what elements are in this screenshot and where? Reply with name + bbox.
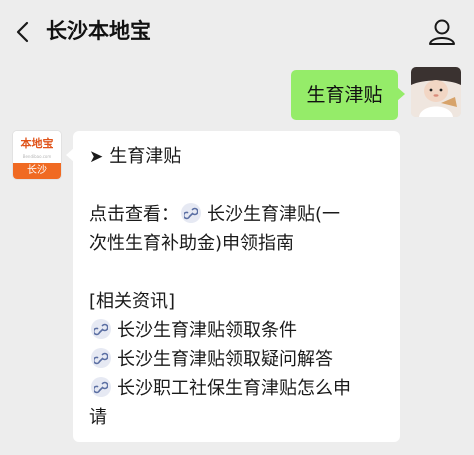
related-item: 长沙生育津贴领取条件 xyxy=(89,319,297,343)
related-title: [相关资讯] xyxy=(89,291,176,312)
chat-title: 长沙本地宝 xyxy=(46,19,151,43)
chevron-left-icon[interactable] xyxy=(14,21,32,43)
official-account-avatar[interactable]: 本地宝 Bendibao.com 长沙 xyxy=(12,130,62,180)
related-item: 长沙职工社保生育津贴怎么申 xyxy=(89,377,351,401)
brand-url: Bendibao.com xyxy=(22,154,52,159)
brand-city: 长沙 xyxy=(13,163,61,179)
outgoing-message[interactable]: 生育津贴 xyxy=(291,70,405,120)
view-prefix: 点击查看： xyxy=(89,204,179,225)
related-item-continued: 请 xyxy=(89,406,107,430)
main-link-line2[interactable]: 次性生育补助金)申领指南 xyxy=(89,233,294,254)
related-link-3[interactable]: 长沙职工社保生育津贴怎么申 xyxy=(117,378,351,399)
main-link-row: 点击查看： 长沙生育津贴(一 xyxy=(89,203,340,227)
message-heading-row: ➤ 生育津贴 xyxy=(89,145,181,169)
related-item: 长沙生育津贴领取疑问解答 xyxy=(89,348,333,372)
message-heading: 生育津贴 xyxy=(109,146,182,167)
brand-name: 本地宝 xyxy=(20,137,54,150)
user-avatar[interactable] xyxy=(411,67,461,117)
main-link-continued: 次性生育补助金)申领指南 xyxy=(89,232,294,256)
brand-logo: 本地宝 Bendibao.com xyxy=(13,131,61,163)
user-icon[interactable] xyxy=(427,18,457,46)
arrow-icon: ➤ xyxy=(89,147,104,167)
mini-program-link-icon xyxy=(91,377,111,397)
mini-program-link-icon xyxy=(91,319,111,339)
mini-program-link-icon xyxy=(181,203,201,223)
main-link-line1[interactable]: 长沙生育津贴(一 xyxy=(207,204,340,225)
top-bar: 长沙本地宝 xyxy=(0,0,474,62)
related-link-3-continued[interactable]: 请 xyxy=(89,407,107,428)
incoming-message: ➤ 生育津贴 点击查看： 长沙生育津贴(一 次性生育补助金)申领指南 [相关资讯] … xyxy=(66,131,400,442)
related-link-1[interactable]: 长沙生育津贴领取条件 xyxy=(117,320,297,341)
related-link-2[interactable]: 长沙生育津贴领取疑问解答 xyxy=(117,349,333,370)
mini-program-link-icon xyxy=(91,348,111,368)
